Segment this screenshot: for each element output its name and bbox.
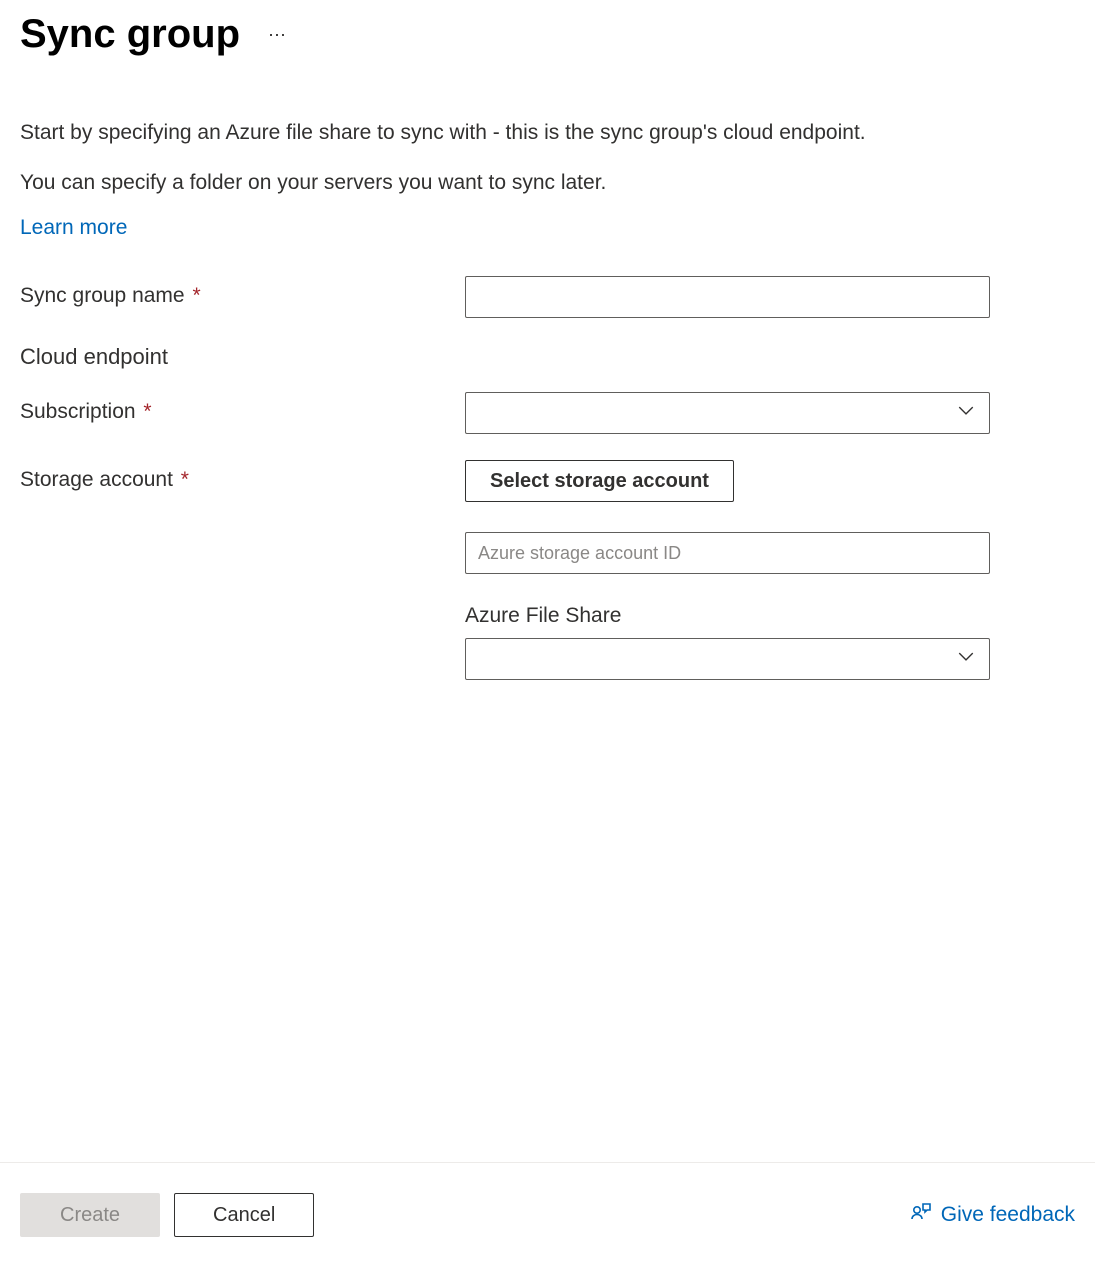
feedback-icon: [909, 1200, 933, 1230]
description-line-2: You can specify a folder on your servers…: [20, 167, 1075, 199]
page-title: Sync group: [20, 12, 240, 57]
chevron-down-icon: [957, 648, 975, 671]
sync-group-name-label: Sync group name *: [20, 276, 465, 308]
feedback-label: Give feedback: [941, 1203, 1075, 1227]
subscription-dropdown[interactable]: [465, 392, 990, 434]
subscription-label: Subscription *: [20, 392, 465, 424]
create-button[interactable]: Create: [20, 1193, 160, 1237]
description-line-1: Start by specifying an Azure file share …: [20, 117, 1075, 149]
storage-account-label: Storage account *: [20, 460, 465, 492]
azure-file-share-label: Azure File Share: [465, 604, 990, 628]
learn-more-link[interactable]: Learn more: [20, 216, 127, 240]
sync-group-name-input[interactable]: [465, 276, 990, 318]
storage-account-id-input[interactable]: [465, 532, 990, 574]
required-indicator: *: [187, 284, 201, 307]
required-indicator: *: [138, 400, 152, 423]
required-indicator: *: [175, 468, 189, 491]
select-storage-account-button[interactable]: Select storage account: [465, 460, 734, 502]
chevron-down-icon: [957, 402, 975, 425]
more-options-icon[interactable]: ⋯: [264, 22, 291, 48]
azure-file-share-dropdown[interactable]: [465, 638, 990, 680]
cloud-endpoint-heading: Cloud endpoint: [20, 344, 1075, 370]
cancel-button[interactable]: Cancel: [174, 1193, 314, 1237]
give-feedback-link[interactable]: Give feedback: [909, 1200, 1075, 1230]
